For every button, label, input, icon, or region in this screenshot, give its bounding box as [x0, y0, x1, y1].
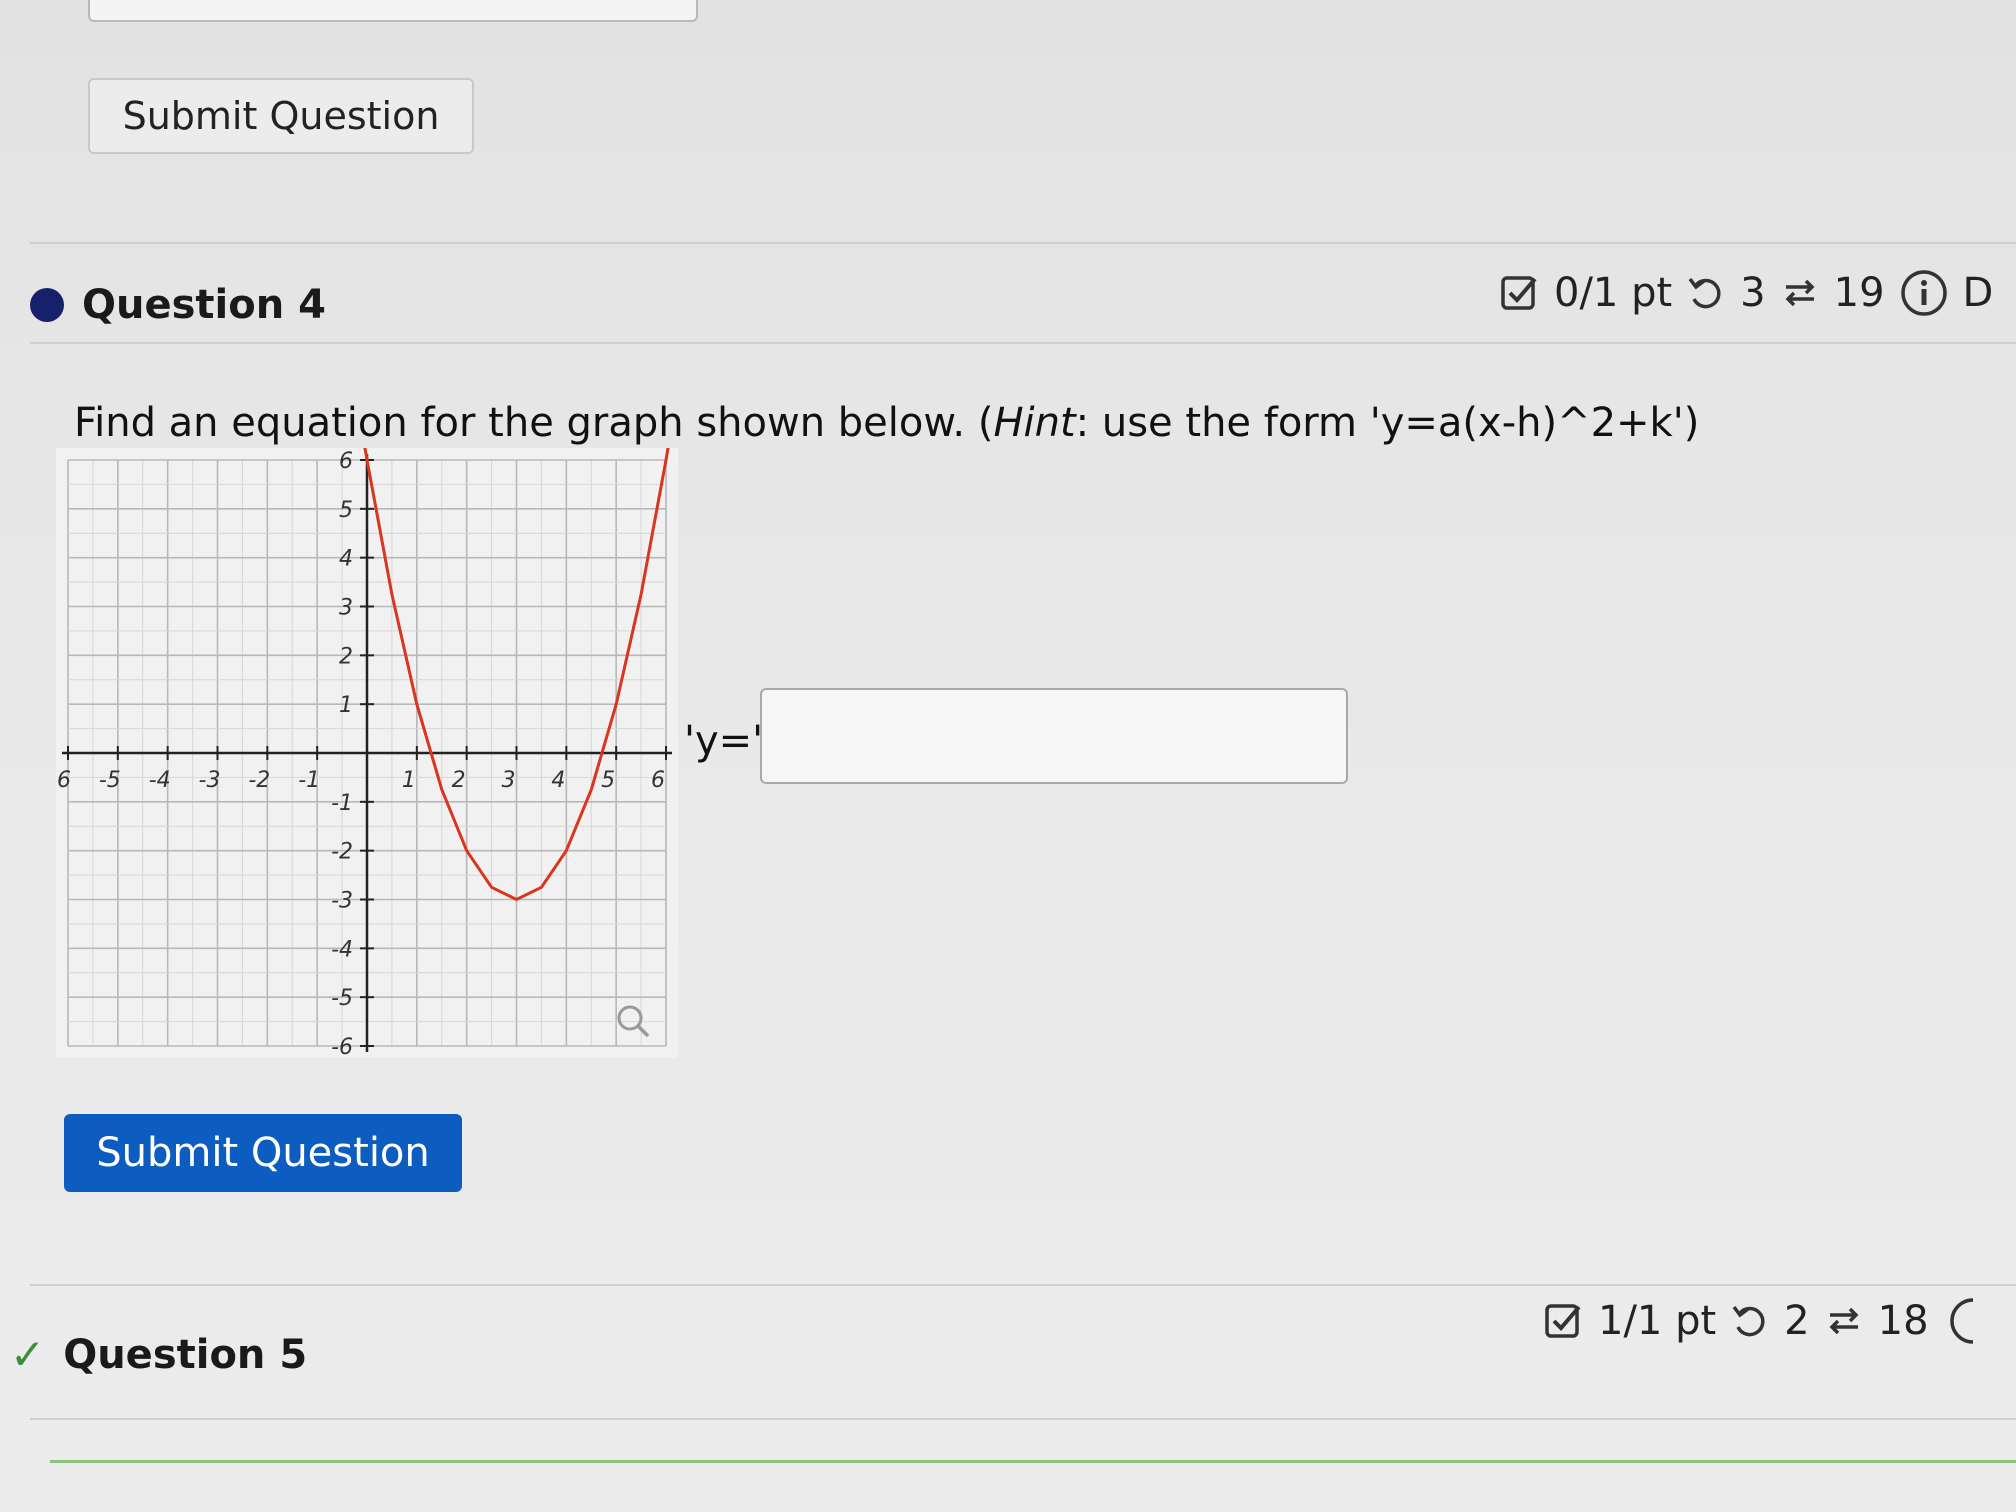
- parabola-graph: -6 -5 -4 -3 -2 -1 1 2 3 4 5 6 6 5 4 3 2 1 -1 -2 -3 -4 -5 -6: [49, 445, 678, 1060]
- y-tick-label: -4: [331, 937, 353, 962]
- attempts-count: 18: [1877, 1298, 1929, 1344]
- x-tick-label: -1: [298, 768, 320, 793]
- divider: [30, 1418, 2016, 1420]
- y-tick-label: -6: [331, 1035, 353, 1058]
- checkbox-icon: [1500, 273, 1540, 313]
- retries-count: 2: [1784, 1298, 1810, 1344]
- y-tick-label: -3: [331, 889, 353, 914]
- question-5-title: Question 5: [63, 1331, 308, 1378]
- attempts-icon: [1824, 1301, 1864, 1341]
- graph-svg: -6 -5 -4 -3 -2 -1 1 2 3 4 5 6 6 5 4 3 2 1 -1 -2 -3 -4 -5 -6: [49, 445, 678, 1060]
- x-tick-label: -2: [248, 768, 270, 793]
- y-tick-label: 5: [339, 498, 353, 523]
- x-tick-label: 5: [601, 768, 615, 793]
- divider: [30, 1284, 2016, 1286]
- info-icon[interactable]: [1943, 1296, 1979, 1346]
- x-tick-label: 1: [402, 768, 416, 793]
- answer-input[interactable]: [760, 688, 1348, 784]
- question-prompt: Find an equation for the graph shown bel…: [74, 400, 1699, 446]
- x-tick-label: 3: [502, 768, 516, 793]
- y-tick-label: -2: [331, 840, 353, 865]
- question-4-title: Question 4: [82, 282, 326, 328]
- attempts-icon: [1780, 273, 1820, 313]
- divider: [30, 242, 2016, 244]
- checkbox-icon: [1544, 1301, 1584, 1341]
- x-tick-label: -3: [199, 768, 221, 793]
- previous-submit-button[interactable]: Submit Question: [88, 78, 474, 154]
- prompt-hint: Hint: [993, 400, 1076, 446]
- y-tick-label: 1: [339, 693, 353, 718]
- checkmark-icon: ✓: [10, 1330, 46, 1379]
- extra-label: D: [1962, 270, 1994, 316]
- x-tick-label: 4: [551, 768, 565, 793]
- prompt-text: Find an equation for the graph shown bel…: [74, 400, 994, 446]
- divider: [30, 342, 2016, 344]
- question-5-header[interactable]: ✓ Question 5: [10, 1330, 307, 1379]
- info-icon[interactable]: [1899, 268, 1949, 318]
- retry-icon: [1686, 273, 1726, 313]
- y-tick-label: 2: [339, 644, 353, 669]
- points-text: 0/1 pt: [1554, 270, 1673, 316]
- retry-icon: [1730, 1301, 1770, 1341]
- x-tick-label: -5: [99, 768, 121, 793]
- x-tick-label: 6: [651, 768, 665, 793]
- retries-count: 3: [1740, 270, 1766, 316]
- y-tick-label: 6: [339, 449, 353, 474]
- x-tick-label: -4: [149, 768, 171, 793]
- question-5-meta: 1/1 pt 2 18: [1544, 1296, 1979, 1346]
- question-4-header[interactable]: Question 4: [30, 282, 326, 328]
- question-4-meta: 0/1 pt 3 19 D: [1500, 268, 1993, 318]
- y-tick-label: 3: [339, 596, 353, 621]
- x-tick-label: 2: [452, 768, 466, 793]
- answer-label: 'y=': [684, 718, 764, 764]
- progress-line: [50, 1460, 2016, 1463]
- previous-answer-input[interactable]: [88, 0, 698, 22]
- submit-question-button[interactable]: Submit Question: [64, 1114, 462, 1192]
- y-tick-label: -5: [331, 986, 353, 1011]
- x-tick-label: -6: [56, 768, 71, 793]
- status-dot-icon: [30, 288, 64, 322]
- prompt-text-end: : use the form 'y=a(x-h)^2+k'): [1075, 400, 1700, 446]
- y-tick-label: 4: [339, 547, 353, 572]
- y-tick-label: -1: [331, 791, 353, 816]
- attempts-count: 19: [1833, 270, 1885, 316]
- points-text: 1/1 pt: [1598, 1298, 1717, 1344]
